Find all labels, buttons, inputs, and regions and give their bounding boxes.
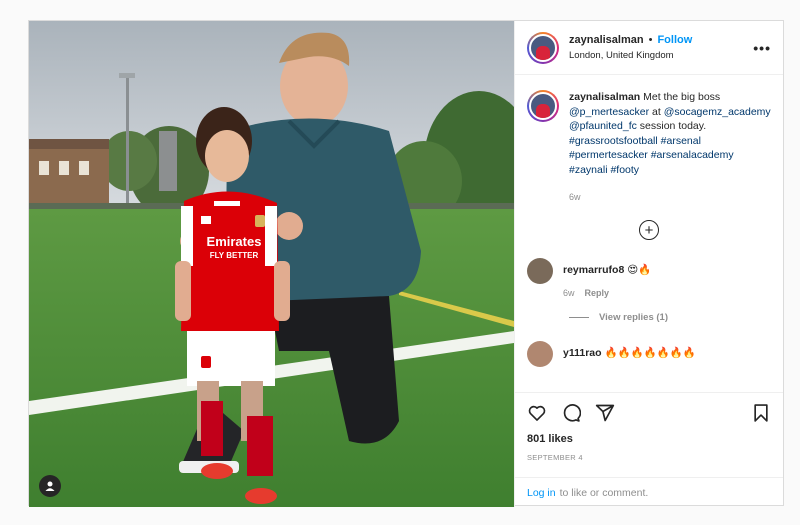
actions-area: 801 likes SEPTEMBER 4 xyxy=(515,392,783,462)
hashtag-link[interactable]: #footy xyxy=(610,164,639,176)
load-more: + xyxy=(527,220,771,241)
caption-avatar[interactable] xyxy=(527,90,559,122)
arsenal-crest xyxy=(255,215,265,227)
likes-count[interactable]: 801 likes xyxy=(527,433,771,445)
shirt-sponsor-text: Emirates xyxy=(207,234,262,249)
login-prompt: Log in to like or comment. xyxy=(515,477,783,507)
action-bar xyxy=(527,393,771,433)
comment-username[interactable]: y111rao xyxy=(563,347,602,359)
adidas-logo xyxy=(201,216,211,224)
post-photo[interactable]: Emirates FLY BETTER xyxy=(29,21,514,507)
comment-username[interactable]: reymarrufo8 xyxy=(563,264,624,276)
share-icon[interactable] xyxy=(595,403,615,423)
caption: zaynalisalman Met the big boss @p_mertes… xyxy=(527,90,771,204)
follow-button[interactable]: Follow xyxy=(657,34,692,46)
caption-part: at xyxy=(652,105,661,118)
commenter-avatar[interactable] xyxy=(527,258,553,285)
login-link[interactable]: Log in xyxy=(527,487,556,499)
heart-icon[interactable] xyxy=(527,403,547,423)
comment-text: 🔥🔥🔥🔥🔥🔥🔥 xyxy=(604,347,696,360)
post-card: Emirates FLY BETTER zaynalisalman • Foll… xyxy=(28,20,784,507)
post-date[interactable]: SEPTEMBER 4 xyxy=(527,453,771,462)
post-location[interactable]: London, United Kingdom xyxy=(569,50,753,61)
hashtag-link[interactable]: #arsenal xyxy=(661,135,701,147)
load-more-icon[interactable]: + xyxy=(639,220,659,241)
more-options-icon[interactable]: ••• xyxy=(753,40,771,56)
post-sidebar: zaynalisalman • Follow London, United Ki… xyxy=(514,21,783,507)
caption-time[interactable]: 6w xyxy=(569,190,771,205)
author-username[interactable]: zaynalisalman xyxy=(569,34,644,46)
mention-link[interactable]: @p_mertesacker xyxy=(569,106,649,118)
caption-part: Met the big boss xyxy=(643,91,721,103)
comment-item: reymarrufo8 😍🔥 6w Reply xyxy=(527,258,771,298)
shorts-crest xyxy=(201,356,211,368)
post-header: zaynalisalman • Follow London, United Ki… xyxy=(515,21,783,75)
view-replies-button[interactable]: View replies (1) xyxy=(569,312,771,323)
caption-username[interactable]: zaynalisalman xyxy=(569,91,640,103)
shirt-sponsor-subtext: FLY BETTER xyxy=(210,251,259,260)
hashtag-link[interactable]: #permertesacker xyxy=(569,149,648,161)
mention-link[interactable]: @socagemz_academy xyxy=(664,106,771,118)
separator-dot: • xyxy=(648,34,653,46)
bookmark-icon[interactable] xyxy=(751,403,771,423)
commenter-avatar[interactable] xyxy=(527,341,553,368)
comments-section: zaynalisalman Met the big boss @p_mertes… xyxy=(515,76,783,392)
comment-icon[interactable] xyxy=(561,403,581,423)
view-replies-label: View replies (1) xyxy=(599,312,668,324)
login-suffix: to like or comment. xyxy=(559,486,649,499)
caption-text: zaynalisalman Met the big boss @p_mertes… xyxy=(569,90,771,204)
replies-line xyxy=(569,317,589,319)
hashtag-link[interactable]: #arsenalacademy xyxy=(651,149,734,161)
caption-part: session today. xyxy=(639,120,707,133)
user-tag-icon[interactable] xyxy=(39,475,61,497)
comment-text: 😍🔥 xyxy=(627,264,652,277)
author-info: zaynalisalman • Follow London, United Ki… xyxy=(569,34,753,61)
hashtag-link[interactable]: #zaynali xyxy=(569,164,608,176)
mention-link[interactable]: @pfaunited_fc xyxy=(569,120,637,132)
reply-button[interactable]: Reply xyxy=(585,288,610,298)
photo-illustration: Emirates FLY BETTER xyxy=(29,21,514,507)
comment-time[interactable]: 6w xyxy=(563,288,575,298)
comment-item: y111rao 🔥🔥🔥🔥🔥🔥🔥 xyxy=(527,341,771,368)
avatar[interactable] xyxy=(527,31,559,64)
hashtag-link[interactable]: #grassrootsfootball xyxy=(569,135,658,147)
